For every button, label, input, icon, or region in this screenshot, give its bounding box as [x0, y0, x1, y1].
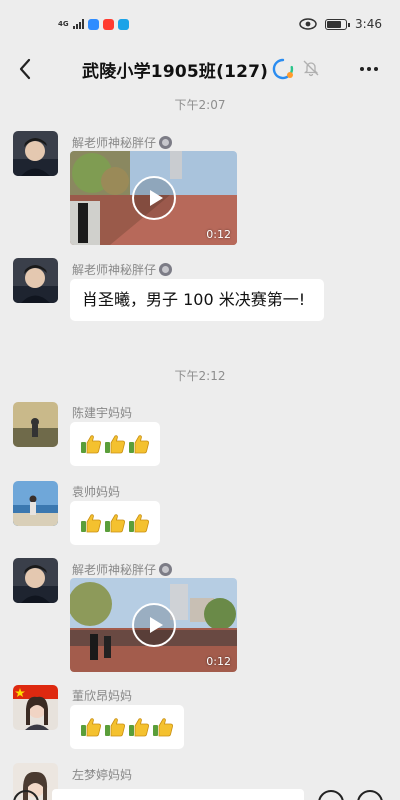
chat-title: 武陵小学1905班(127) — [82, 62, 269, 82]
emoji-bubble[interactable] — [70, 705, 184, 749]
search-app-icon — [117, 18, 129, 30]
thumbs-up-icon — [104, 433, 126, 455]
avatar[interactable] — [13, 131, 58, 176]
play-icon[interactable] — [132, 176, 176, 220]
video-duration: 0:12 — [206, 655, 231, 668]
chevron-left-icon — [19, 58, 31, 80]
signal-icon — [72, 19, 84, 29]
sender-name: 陈建宇妈妈 — [72, 406, 133, 420]
avatar[interactable] — [13, 258, 58, 303]
eye-comfort-icon — [299, 18, 317, 30]
cloud-app-icon — [87, 18, 99, 30]
chat-header: 武陵小学1905班(127) — [0, 48, 400, 90]
sender-name: 解老师神秘胖仔 — [72, 261, 173, 278]
time-divider: 下午2:12 — [174, 369, 226, 383]
message-input[interactable] — [52, 789, 304, 800]
thumbs-up-icon — [104, 512, 126, 534]
badge-icon — [159, 563, 173, 576]
video-message[interactable]: 0:12 — [70, 151, 237, 245]
sender-name: 解老师神秘胖仔 — [72, 561, 173, 578]
badge-icon — [159, 263, 173, 276]
red-app-icon — [102, 18, 114, 30]
group-assistant-icon[interactable] — [271, 58, 295, 80]
back-button[interactable] — [12, 56, 38, 82]
emoji-bubble[interactable] — [70, 422, 160, 466]
thumbs-up-icon — [80, 716, 102, 738]
voice-icon[interactable] — [13, 790, 39, 800]
more-options-button[interactable] — [356, 58, 382, 80]
badge-icon — [159, 136, 173, 149]
thumbs-up-icon — [80, 433, 102, 455]
emoji-icon[interactable] — [318, 790, 344, 800]
clock: 3:46 — [355, 17, 382, 31]
play-icon[interactable] — [132, 603, 176, 647]
avatar[interactable] — [13, 558, 58, 603]
network-type: 4G — [58, 19, 69, 28]
more-dot-icon — [360, 67, 364, 71]
thumbs-up-icon — [128, 716, 150, 738]
time-divider: 下午2:07 — [174, 98, 226, 112]
video-duration: 0:12 — [206, 228, 231, 241]
avatar[interactable] — [13, 402, 58, 447]
sender-name: 袁帅妈妈 — [72, 485, 121, 499]
sender-name: 董欣昂妈妈 — [72, 689, 133, 703]
thumbs-up-icon — [128, 512, 150, 534]
input-bar — [0, 786, 400, 800]
emoji-bubble[interactable] — [70, 501, 160, 545]
battery-icon — [325, 18, 351, 30]
avatar[interactable] — [13, 481, 58, 526]
thumbs-up-icon — [152, 716, 174, 738]
sender-name: 左梦婷妈妈 — [72, 768, 133, 782]
sender-name: 解老师神秘胖仔 — [72, 134, 173, 151]
avatar[interactable] — [13, 685, 58, 730]
video-message[interactable]: 0:12 — [70, 578, 237, 672]
thumbs-up-icon — [128, 433, 150, 455]
mute-bell-icon — [303, 60, 319, 77]
add-icon[interactable] — [357, 790, 383, 800]
thumbs-up-icon — [104, 716, 126, 738]
thumbs-up-icon — [80, 512, 102, 534]
status-bar: 4G 3:46 — [0, 0, 400, 48]
text-bubble[interactable]: 肖圣曦，男子 100 米决赛第一! — [70, 279, 324, 321]
